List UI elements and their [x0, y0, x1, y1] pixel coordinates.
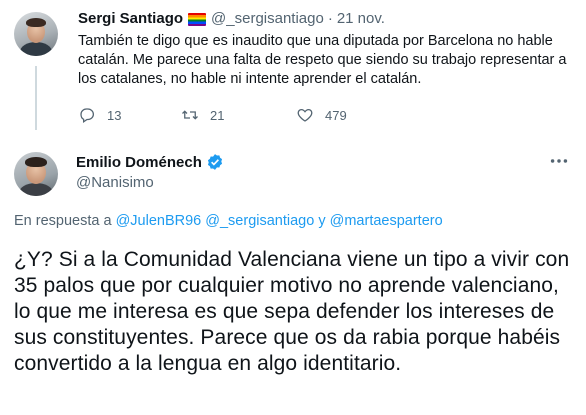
tweet2-text: ¿Y? Si a la Comunidad Valenciana viene u… [14, 248, 570, 375]
reply-user-link[interactable]: @JulenBR96 [116, 213, 202, 229]
reply-user-link[interactable]: @_sergisantiago [205, 213, 314, 229]
retweet-button[interactable]: 21 [181, 106, 224, 124]
tweet1-text: También te digo que es inaudito que una … [78, 33, 567, 87]
tweet1-author-handle[interactable]: @_sergisantiago [211, 10, 324, 28]
like-count: 479 [325, 107, 347, 123]
avatar-body [20, 42, 52, 56]
reply-context: En respuesta a @JulenBR96 @_sergisantiag… [14, 213, 443, 229]
tweet1-separator: · [327, 10, 333, 27]
avatar-hair [26, 18, 46, 27]
avatar-hair [25, 157, 47, 167]
tweet1-actions: 13 21 479 [78, 106, 478, 126]
heart-icon [297, 108, 313, 122]
verified-badge-icon [207, 154, 222, 170]
reply-count: 13 [107, 107, 122, 123]
reply-button[interactable]: 13 [78, 106, 121, 124]
reply-prefix: En respuesta a [14, 213, 112, 229]
like-button[interactable]: 479 [296, 106, 347, 124]
retweet-icon [182, 110, 198, 120]
retweet-count: 21 [210, 107, 225, 123]
reply-joiner: y [318, 213, 326, 229]
avatar-body [19, 183, 53, 196]
tweet1-author-name[interactable]: Sergi Santiago [78, 10, 183, 28]
reply-user-link[interactable]: @martaespartero [330, 213, 443, 229]
tweet1-date[interactable]: 21 nov. [337, 10, 385, 28]
tweet2-author-name[interactable]: Emilio Doménech [76, 154, 202, 171]
tweet2-author-handle[interactable]: @Nanisimo [76, 174, 154, 191]
sergi-avatar[interactable] [14, 12, 58, 56]
reply-icon [80, 108, 95, 123]
rainbow-flag-icon [188, 12, 207, 26]
tweet2-name-row: Emilio Doménech [76, 153, 224, 171]
more-icon[interactable] [548, 150, 570, 172]
tweet1-header: Sergi Santiago @_sergisantiago · 21 nov. [78, 10, 385, 28]
emilio-avatar[interactable] [14, 152, 58, 196]
thread-line [35, 66, 37, 130]
